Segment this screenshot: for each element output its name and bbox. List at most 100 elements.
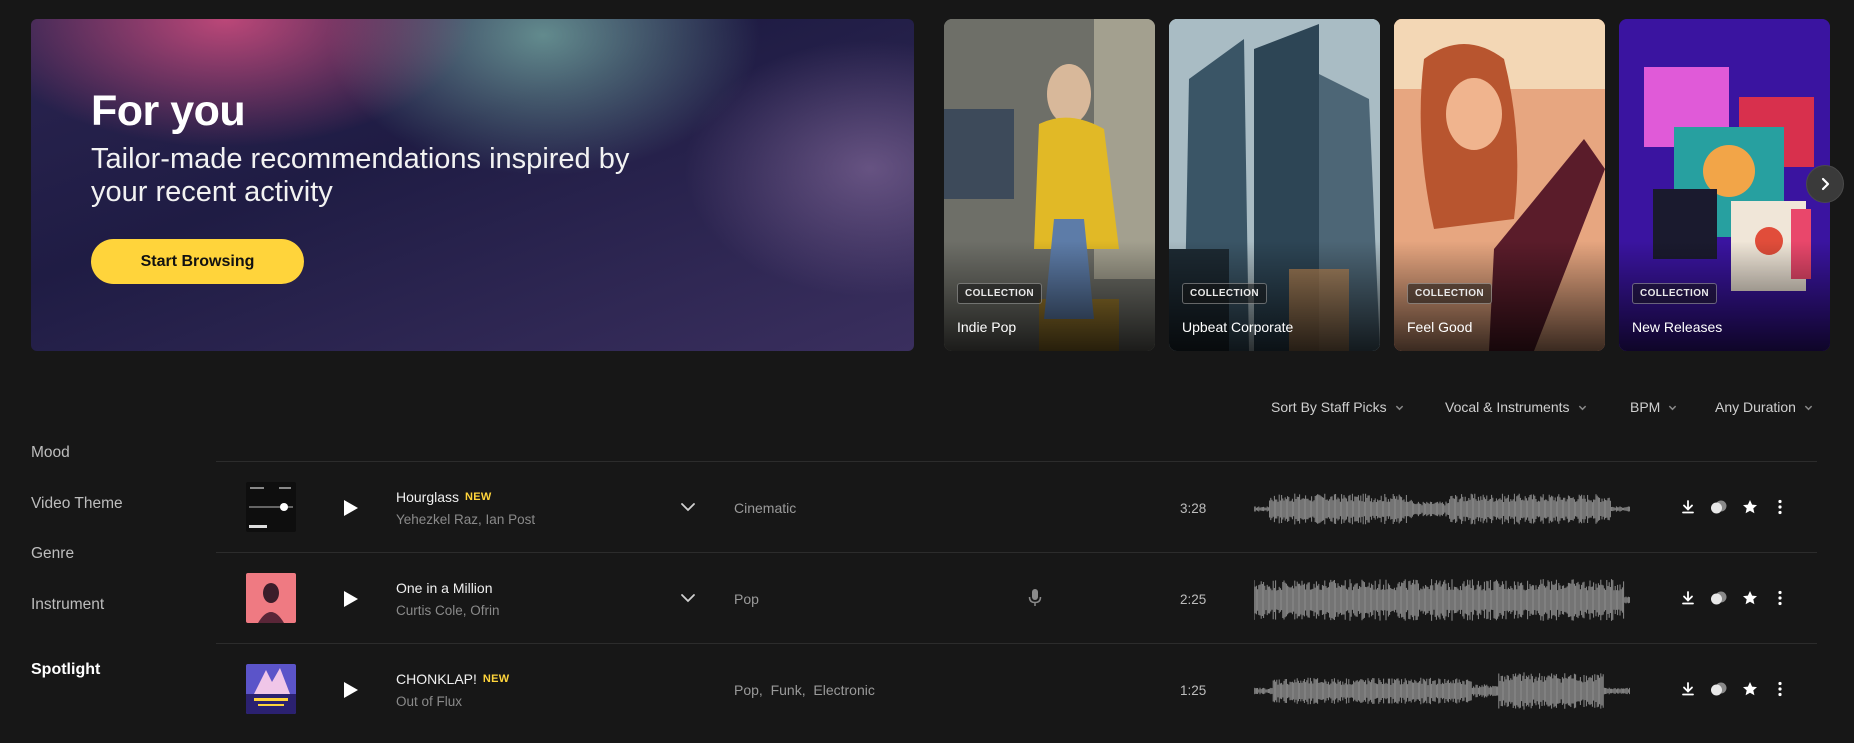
track-artists[interactable]: Yehezkel Raz, Ian Post bbox=[396, 512, 535, 527]
track-artists[interactable]: Out of Flux bbox=[396, 694, 462, 709]
track-genre[interactable]: Pop bbox=[734, 591, 759, 607]
more-options-button[interactable] bbox=[1770, 497, 1790, 517]
star-icon bbox=[1743, 682, 1757, 696]
sidebar-item-genre[interactable]: Genre bbox=[31, 545, 74, 563]
favorite-button[interactable] bbox=[1740, 588, 1760, 608]
sort-dropdown[interactable]: Sort By Staff Picks bbox=[1271, 399, 1404, 415]
star-icon bbox=[1743, 591, 1757, 605]
track-duration: 3:28 bbox=[1180, 501, 1207, 516]
download-icon bbox=[1682, 682, 1694, 696]
new-badge: NEW bbox=[482, 673, 510, 685]
download-button[interactable] bbox=[1678, 497, 1698, 517]
chonklap-cover-image bbox=[246, 664, 296, 714]
play-button[interactable] bbox=[336, 675, 366, 705]
bpm-label: BPM bbox=[1630, 399, 1661, 415]
for-you-hero-banner: For you Tailor-made recommendations insp… bbox=[31, 19, 914, 351]
more-vertical-icon bbox=[1778, 590, 1782, 606]
bpm-dropdown[interactable]: BPM bbox=[1630, 399, 1677, 415]
download-button[interactable] bbox=[1678, 588, 1698, 608]
sort-label: Sort By Staff Picks bbox=[1271, 399, 1387, 415]
collection-badge: COLLECTION bbox=[1632, 283, 1717, 304]
track-genre[interactable]: Cinematic bbox=[734, 500, 796, 516]
sidebar-item-mood[interactable]: Mood bbox=[31, 444, 70, 462]
collection-name: Upbeat Corporate bbox=[1182, 319, 1294, 335]
similar-icon bbox=[1711, 682, 1727, 696]
duration-dropdown[interactable]: Any Duration bbox=[1715, 399, 1813, 415]
waveform-bars bbox=[1254, 579, 1630, 621]
track-title-text: One in a Million bbox=[396, 580, 493, 596]
play-icon bbox=[344, 500, 358, 516]
similar-icon bbox=[1711, 500, 1727, 514]
chevron-down-icon bbox=[1395, 405, 1403, 410]
start-browsing-button[interactable]: Start Browsing bbox=[91, 239, 304, 284]
waveform-bars bbox=[1254, 493, 1630, 525]
carousel-next-button[interactable] bbox=[1806, 165, 1844, 203]
waveform[interactable] bbox=[1254, 577, 1630, 623]
duration-label: Any Duration bbox=[1715, 399, 1796, 415]
hero-subtitle: Tailor-made recommendations inspired by … bbox=[91, 143, 630, 208]
more-options-button[interactable] bbox=[1770, 588, 1790, 608]
download-icon bbox=[1682, 591, 1694, 605]
play-icon bbox=[344, 591, 358, 607]
favorite-button[interactable] bbox=[1740, 679, 1760, 699]
chevron-down-icon bbox=[1669, 405, 1677, 410]
sidebar-item-instrument[interactable]: Instrument bbox=[31, 596, 104, 614]
collection-name: New Releases bbox=[1632, 319, 1723, 335]
track-cover-thumbnail[interactable] bbox=[246, 573, 296, 623]
waveform[interactable] bbox=[1254, 486, 1630, 532]
track-title[interactable]: Hourglass NEW bbox=[396, 489, 492, 505]
similar-icon bbox=[1711, 591, 1727, 605]
play-button[interactable] bbox=[336, 493, 366, 523]
portrait-cover-image bbox=[246, 573, 296, 623]
collection-badge: COLLECTION bbox=[1182, 283, 1267, 304]
chevron-down-icon bbox=[1578, 405, 1586, 410]
track-cover-thumbnail[interactable] bbox=[246, 664, 296, 714]
more-vertical-icon bbox=[1778, 499, 1782, 515]
download-icon bbox=[1682, 500, 1694, 514]
track-cover-thumbnail[interactable] bbox=[246, 482, 296, 532]
collection-name: Feel Good bbox=[1407, 319, 1473, 335]
sidebar-item-spotlight[interactable]: Spotlight bbox=[31, 661, 100, 679]
chevron-down-icon bbox=[1804, 405, 1813, 410]
hourglass-cover-image bbox=[246, 482, 296, 532]
similar-tracks-button[interactable] bbox=[1709, 679, 1729, 699]
download-button[interactable] bbox=[1678, 679, 1698, 699]
vocal-instruments-dropdown[interactable]: Vocal & Instruments bbox=[1445, 399, 1587, 415]
track-duration: 1:25 bbox=[1180, 683, 1207, 698]
favorite-button[interactable] bbox=[1740, 497, 1760, 517]
more-vertical-icon bbox=[1778, 681, 1782, 697]
track-row[interactable]: One in a Million Curtis Cole, Ofrin Pop … bbox=[216, 553, 1817, 644]
track-title[interactable]: CHONKLAP! NEW bbox=[396, 671, 510, 687]
track-artists[interactable]: Curtis Cole, Ofrin bbox=[396, 603, 500, 618]
track-genre[interactable]: Pop, Funk, Electronic bbox=[734, 682, 875, 698]
track-title-text: CHONKLAP! bbox=[396, 671, 477, 687]
waveform-bars bbox=[1254, 672, 1630, 710]
similar-tracks-button[interactable] bbox=[1709, 497, 1729, 517]
waveform[interactable] bbox=[1254, 668, 1630, 714]
track-title[interactable]: One in a Million bbox=[396, 580, 493, 596]
track-row[interactable]: Hourglass NEW Yehezkel Raz, Ian Post Cin… bbox=[216, 462, 1817, 553]
star-icon bbox=[1743, 500, 1757, 514]
microphone-icon bbox=[1028, 589, 1042, 606]
track-duration: 2:25 bbox=[1180, 592, 1207, 607]
expand-chevron-icon[interactable] bbox=[679, 498, 697, 516]
collection-name: Indie Pop bbox=[957, 319, 1017, 335]
collection-card-upbeat-corporate[interactable]: COLLECTION Upbeat Corporate bbox=[1169, 19, 1380, 351]
track-title-text: Hourglass bbox=[396, 489, 460, 505]
music-library-page: For you Tailor-made recommendations insp… bbox=[0, 0, 1854, 743]
sidebar-item-video-theme[interactable]: Video Theme bbox=[31, 495, 123, 513]
more-options-button[interactable] bbox=[1770, 679, 1790, 699]
collection-badge: COLLECTION bbox=[1407, 283, 1492, 304]
collection-card-feel-good[interactable]: COLLECTION Feel Good bbox=[1394, 19, 1605, 351]
play-icon bbox=[344, 682, 358, 698]
vocal-instruments-label: Vocal & Instruments bbox=[1445, 399, 1570, 415]
play-button[interactable] bbox=[336, 584, 366, 614]
chevron-right-icon bbox=[1821, 177, 1830, 191]
new-badge: NEW bbox=[465, 491, 492, 503]
collection-badge: COLLECTION bbox=[957, 283, 1042, 304]
collection-card-new-releases[interactable]: COLLECTION New Releases bbox=[1619, 19, 1830, 351]
track-row[interactable]: CHONKLAP! NEW Out of Flux Pop, Funk, Ele… bbox=[216, 644, 1817, 735]
collection-card-indie-pop[interactable]: COLLECTION Indie Pop bbox=[944, 19, 1155, 351]
similar-tracks-button[interactable] bbox=[1709, 588, 1729, 608]
expand-chevron-icon[interactable] bbox=[679, 589, 697, 607]
